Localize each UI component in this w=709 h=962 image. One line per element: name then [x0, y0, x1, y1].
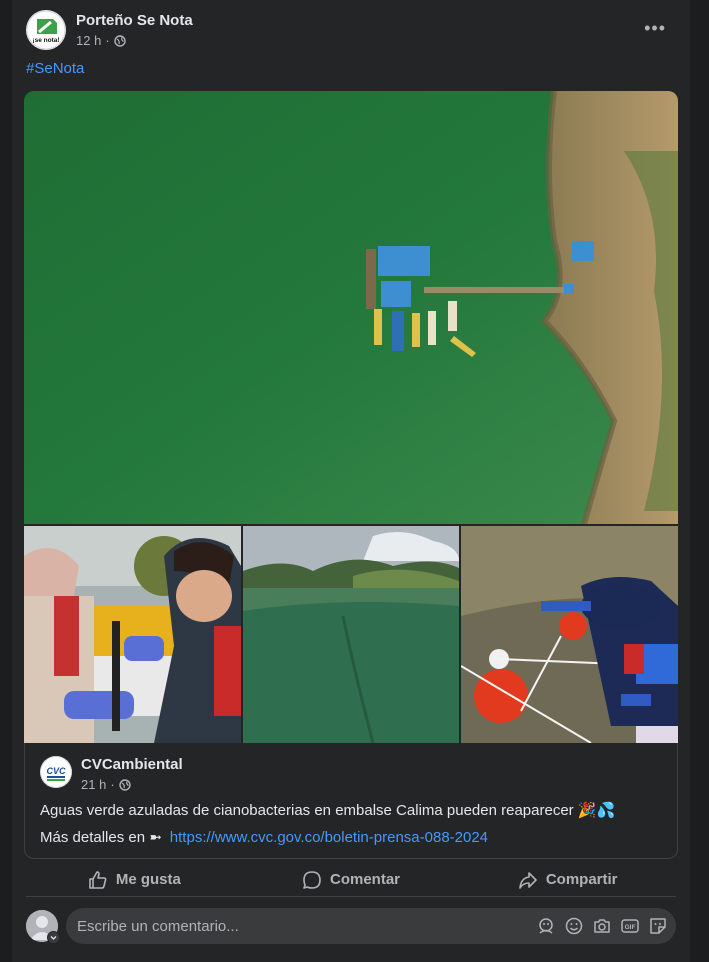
- globe-icon: [113, 34, 126, 47]
- shared-post-text: Aguas verde azuladas de cianobacterias e…: [40, 802, 616, 819]
- avatar-sticker-icon[interactable]: [536, 916, 556, 936]
- gif-icon[interactable]: GIF: [620, 916, 640, 936]
- thumbs-up-icon: [88, 870, 108, 890]
- post-photo-researchers[interactable]: [24, 526, 241, 743]
- hashtag-link[interactable]: #SeNota: [26, 60, 84, 77]
- post-card: ¡se nota! Porteño Se Nota 12 h · ••• #Se…: [12, 0, 690, 962]
- page-name[interactable]: Porteño Se Nota: [76, 12, 193, 29]
- like-button[interactable]: Me gusta: [26, 863, 243, 896]
- shared-post-meta: 21 h ·: [81, 777, 131, 792]
- comment-button[interactable]: Comentar: [243, 863, 460, 896]
- share-arrow-icon: [518, 870, 538, 890]
- like-label: Me gusta: [115, 871, 181, 888]
- chevron-down-icon[interactable]: [47, 931, 60, 944]
- details-prefix: Más detalles en ➼: [40, 829, 162, 846]
- post-header: ¡se nota! Porteño Se Nota 12 h · •••: [26, 10, 676, 54]
- more-options-button[interactable]: •••: [644, 18, 666, 39]
- logo-text: ¡se nota!: [32, 37, 59, 44]
- svg-text:GIF: GIF: [625, 924, 636, 931]
- share-label: Compartir: [545, 871, 618, 888]
- page-avatar[interactable]: ¡se nota!: [26, 10, 66, 50]
- share-button[interactable]: Compartir: [459, 863, 676, 896]
- more-dots-icon: •••: [644, 18, 666, 38]
- sticker-icon[interactable]: [648, 916, 668, 936]
- post-meta: 12 h ·: [76, 33, 126, 48]
- shared-post-time[interactable]: 21 h: [81, 777, 106, 792]
- post-actions: Me gusta Comentar Compartir: [26, 863, 676, 897]
- comment-composer: GIF: [26, 908, 676, 944]
- post-photo-sampling[interactable]: [461, 526, 678, 743]
- shared-post-details: Más detalles en ➼ https://www.cvc.gov.co/…: [40, 828, 488, 846]
- post-time[interactable]: 12 h: [76, 33, 101, 48]
- camera-icon[interactable]: [592, 916, 612, 936]
- post-photo-main[interactable]: [24, 91, 678, 524]
- comment-label: Comentar: [330, 871, 401, 888]
- smiley-icon[interactable]: [564, 916, 584, 936]
- shared-page-name[interactable]: CVCambiental: [81, 756, 183, 773]
- composer-icons: GIF: [536, 916, 668, 936]
- speech-bubble-icon: [302, 870, 322, 890]
- post-photo-reservoir[interactable]: [243, 526, 459, 743]
- bulletin-link[interactable]: https://www.cvc.gov.co/boletin-prensa-08…: [170, 829, 488, 846]
- shared-post[interactable]: CVC CVCambiental 21 h · Aguas verde azul…: [24, 743, 678, 859]
- cvc-logo-text: CVC: [46, 766, 66, 776]
- globe-icon: [118, 778, 131, 791]
- shared-page-avatar[interactable]: CVC: [40, 756, 72, 788]
